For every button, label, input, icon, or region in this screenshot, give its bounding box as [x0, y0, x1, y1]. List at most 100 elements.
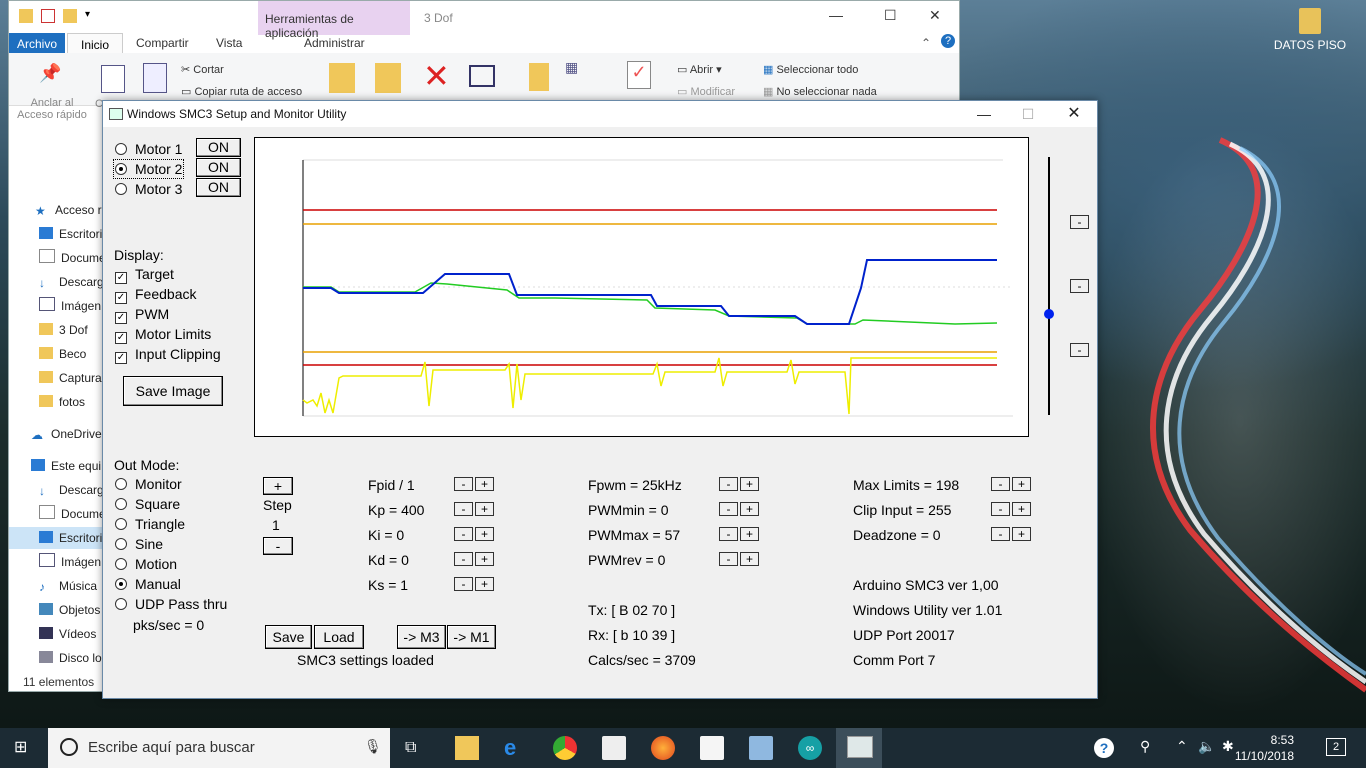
chrome-browser-icon[interactable]	[553, 736, 577, 760]
close-icon[interactable]: ✕	[1051, 103, 1097, 125]
tab-herramientas[interactable]: Herramientas de aplicación	[258, 1, 410, 40]
tab-administrar[interactable]: Administrar	[304, 36, 365, 50]
close-icon[interactable]: ✕	[929, 7, 941, 24]
properties-icon[interactable]	[41, 9, 55, 23]
windows-start-icon[interactable]: ⊞	[14, 740, 32, 756]
checkbox-pwm[interactable]: ✓ PWM	[115, 306, 169, 324]
radio-triangle[interactable]: Triangle	[115, 516, 185, 532]
step-minus-button[interactable]: -	[263, 537, 293, 555]
network-icon[interactable]: ✱	[1222, 738, 1234, 755]
radio-manual[interactable]: Manual	[115, 576, 181, 592]
pwmrev-plus-button[interactable]: +	[740, 552, 759, 566]
smc3-taskbar-button[interactable]	[836, 728, 882, 768]
kp-minus-button[interactable]: -	[454, 502, 473, 516]
device-icon[interactable]	[749, 736, 773, 760]
desktop-icon-datos-piso[interactable]: DATOS PISO	[1270, 8, 1350, 52]
fpwm-plus-button[interactable]: +	[740, 477, 759, 491]
pwmmin-minus-button[interactable]: -	[719, 502, 738, 516]
minimize-icon[interactable]: —	[829, 7, 843, 23]
firefox-browser-icon[interactable]	[651, 736, 675, 760]
mail-icon[interactable]	[700, 736, 724, 760]
microphone-icon[interactable]: 🎙	[364, 738, 382, 755]
copy-icon[interactable]	[101, 65, 125, 93]
scale-button-3[interactable]: -	[1070, 343, 1089, 357]
radio-motor-3[interactable]: Motor 3	[115, 181, 182, 197]
people-icon[interactable]: ⚲	[1140, 738, 1150, 755]
deadzone-minus-button[interactable]: -	[991, 527, 1010, 541]
load-button[interactable]: Load	[314, 625, 364, 649]
pwmrev-minus-button[interactable]: -	[719, 552, 738, 566]
select-none-button[interactable]: ▦ No seleccionar nada	[763, 85, 877, 98]
arduino-icon[interactable]: ∞	[798, 736, 822, 760]
checkbox-target[interactable]: ✓ Target	[115, 266, 174, 284]
pwmmax-plus-button[interactable]: +	[740, 527, 759, 541]
notifications-icon[interactable]: 2	[1326, 738, 1346, 756]
radio-motor-2[interactable]: Motor 2	[112, 159, 185, 179]
slider-handle[interactable]	[1044, 309, 1054, 320]
modify-button[interactable]: ▭ Modificar	[677, 85, 735, 98]
motor-2-on-button[interactable]: ON	[196, 158, 241, 177]
radio-motor-1[interactable]: Motor 1	[115, 141, 182, 157]
max-limits-minus-button[interactable]: -	[991, 477, 1010, 491]
clock[interactable]: 8:53 11/10/2018	[1235, 732, 1294, 764]
ks-minus-button[interactable]: -	[454, 577, 473, 591]
tab-vista[interactable]: Vista	[216, 36, 242, 50]
new-folder-icon[interactable]	[63, 9, 77, 23]
volume-icon[interactable]: 🔈	[1198, 738, 1215, 755]
store-icon[interactable]	[602, 736, 626, 760]
help-icon[interactable]: ?	[941, 34, 955, 48]
chevron-down-icon[interactable]: ▾	[85, 9, 99, 23]
properties-icon[interactable]: ✓	[627, 61, 651, 89]
copy-to-m3-button[interactable]: -> M3	[397, 625, 446, 649]
slider-track[interactable]	[1048, 157, 1050, 415]
maximize-icon[interactable]: ☐	[1005, 103, 1051, 125]
radio-square[interactable]: Square	[115, 496, 180, 512]
radio-monitor[interactable]: Monitor	[115, 476, 182, 492]
ki-minus-button[interactable]: -	[454, 527, 473, 541]
deadzone-plus-button[interactable]: +	[1012, 527, 1031, 541]
open-button[interactable]: ▭ Abrir ▾	[677, 63, 722, 76]
maximize-icon[interactable]: ☐	[884, 7, 897, 24]
copy-to-icon[interactable]	[375, 63, 401, 93]
kp-plus-button[interactable]: +	[475, 502, 494, 516]
radio-sine[interactable]: Sine	[115, 536, 163, 552]
radio-motion[interactable]: Motion	[115, 556, 177, 572]
chevron-up-icon[interactable]: ⌃	[921, 36, 931, 50]
move-to-icon[interactable]	[329, 63, 355, 93]
copy-path-button[interactable]: ▭ Copiar ruta de acceso	[181, 85, 302, 98]
task-view-icon[interactable]: ⧉	[405, 736, 429, 760]
fpid-plus-button[interactable]: +	[475, 477, 494, 491]
delete-icon[interactable]: ✕	[423, 57, 450, 95]
clip-input-minus-button[interactable]: -	[991, 502, 1010, 516]
step-plus-button[interactable]: +	[263, 477, 293, 495]
fpwm-minus-button[interactable]: -	[719, 477, 738, 491]
scale-button-1[interactable]: -	[1070, 215, 1089, 229]
checkbox-motor-limits[interactable]: ✓ Motor Limits	[115, 326, 211, 344]
fpid-minus-button[interactable]: -	[454, 477, 473, 491]
motor-3-on-button[interactable]: ON	[196, 178, 241, 197]
motor-1-on-button[interactable]: ON	[196, 138, 241, 157]
edge-browser-icon[interactable]: e	[504, 736, 528, 760]
folder-icon[interactable]	[19, 9, 33, 23]
help-tray-icon[interactable]: ?	[1094, 738, 1114, 758]
select-all-button[interactable]: ▦ Seleccionar todo	[763, 63, 858, 76]
minimize-icon[interactable]: —	[961, 103, 1007, 125]
paste-icon[interactable]	[143, 63, 167, 93]
cut-button[interactable]: ✂ Cortar	[181, 63, 224, 76]
chevron-up-icon[interactable]: ⌃	[1176, 738, 1188, 755]
ki-plus-button[interactable]: +	[475, 527, 494, 541]
tab-archivo[interactable]: Archivo	[9, 33, 65, 55]
pwmmax-minus-button[interactable]: -	[719, 527, 738, 541]
checkbox-feedback[interactable]: ✓ Feedback	[115, 286, 196, 304]
pin-icon[interactable]: 📌	[39, 63, 61, 83]
kd-minus-button[interactable]: -	[454, 552, 473, 566]
radio-udp-pass-thru[interactable]: UDP Pass thru	[115, 596, 227, 612]
tab-compartir[interactable]: Compartir	[136, 36, 189, 50]
search-box[interactable]: Escribe aquí para buscar 🎙	[48, 728, 390, 768]
new-folder-icon[interactable]	[529, 63, 549, 91]
copy-to-m1-button[interactable]: -> M1	[447, 625, 496, 649]
save-button[interactable]: Save	[265, 625, 312, 649]
clip-input-plus-button[interactable]: +	[1012, 502, 1031, 516]
rename-icon[interactable]	[469, 65, 495, 87]
new-item-icon[interactable]: ▦	[565, 59, 585, 95]
